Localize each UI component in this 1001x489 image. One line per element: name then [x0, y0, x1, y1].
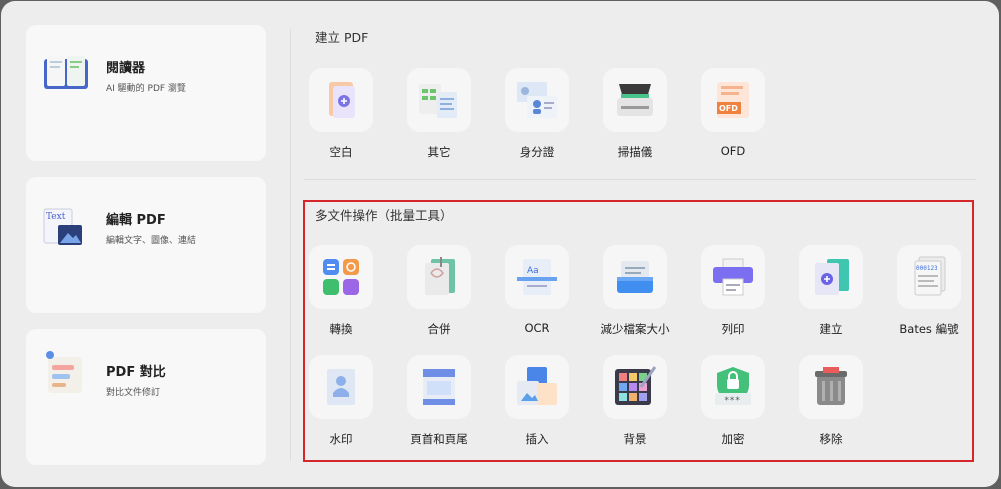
batch-convert-button[interactable]: 轉換	[292, 245, 390, 337]
create-blank-button[interactable]: 空白	[292, 68, 390, 160]
edit-text-icon: Text	[42, 205, 90, 253]
create-ofd-label: OFD	[720, 144, 746, 158]
create-icon	[815, 259, 849, 295]
batch-remove-button[interactable]: 移除	[782, 355, 880, 447]
batch-background-button[interactable]: 背景	[586, 355, 684, 447]
id-card-icon	[517, 82, 557, 118]
compare-icon	[42, 349, 90, 397]
create-id-card-label: 身分證	[519, 145, 555, 159]
ocr-icon: Aa	[517, 259, 557, 295]
batch-compress-label: 減少檔案大小	[600, 322, 670, 336]
pdf-compare-card[interactable]: PDF 對比 對比文件修訂	[26, 329, 266, 465]
vertical-divider	[290, 29, 291, 461]
create-scanner-button[interactable]: 掃描儀	[586, 68, 684, 160]
encrypt-icon: ***	[715, 367, 751, 406]
batch-compress-button[interactable]: 減少檔案大小	[586, 245, 684, 337]
compress-icon	[617, 261, 653, 293]
create-section-title: 建立 PDF	[315, 30, 369, 45]
batch-merge-button[interactable]: 合併	[390, 245, 488, 337]
watermark-icon	[327, 369, 355, 405]
main-window: 閱讀器 AI 驅動的 PDF 瀏覽 Text 編輯 PDF 編輯文字、圖像、連結…	[1, 1, 999, 487]
print-icon	[713, 258, 753, 296]
bates-icon: 000123	[914, 256, 946, 296]
batch-ocr-label: OCR	[524, 321, 550, 335]
create-id-card-button[interactable]: 身分證	[488, 68, 586, 160]
batch-insert-button[interactable]: 插入	[488, 355, 586, 447]
pdf-compare-subtitle: 對比文件修訂	[106, 388, 161, 398]
remove-icon	[815, 367, 847, 405]
batch-encrypt-label: 加密	[721, 432, 745, 446]
reader-title: 閱讀器	[106, 61, 146, 76]
pdf-compare-title: PDF 對比	[106, 365, 166, 380]
section-divider	[304, 179, 976, 180]
batch-print-button[interactable]: 列印	[684, 245, 782, 337]
batch-watermark-button[interactable]: 水印	[292, 355, 390, 447]
edit-pdf-title: 編輯 PDF	[106, 213, 166, 228]
create-ofd-button[interactable]: OFD OFD	[684, 68, 782, 158]
create-other-label: 其它	[427, 145, 451, 159]
header-footer-icon	[423, 369, 455, 405]
batch-bates-label: Bates 編號	[899, 322, 959, 336]
batch-convert-label: 轉換	[329, 322, 353, 336]
edit-pdf-subtitle: 編輯文字、圖像、連結	[106, 236, 197, 246]
insert-icon	[517, 367, 557, 405]
reader-card[interactable]: 閱讀器 AI 驅動的 PDF 瀏覽	[26, 25, 266, 161]
blank-page-icon	[329, 82, 355, 118]
batch-create-button[interactable]: 建立	[782, 245, 880, 337]
batch-create-label: 建立	[819, 322, 843, 336]
ocr-icon-text: Aa	[527, 266, 539, 276]
batch-watermark-label: 水印	[329, 432, 353, 446]
scanner-icon	[617, 84, 653, 116]
batch-header-footer-label: 頁首和頁尾	[410, 432, 468, 446]
ofd-icon: OFD	[717, 82, 749, 118]
batch-background-label: 背景	[623, 432, 647, 446]
merge-icon	[425, 257, 455, 295]
batch-section-title: 多文件操作（批量工具）	[315, 208, 453, 223]
background-icon	[615, 366, 657, 405]
batch-insert-label: 插入	[525, 432, 549, 446]
batch-header-footer-button[interactable]: 頁首和頁尾	[390, 355, 488, 447]
batch-print-label: 列印	[721, 322, 745, 336]
convert-icon	[323, 259, 359, 295]
batch-merge-label: 合併	[427, 322, 451, 336]
batch-encrypt-button[interactable]: *** 加密	[684, 355, 782, 447]
create-scanner-label: 掃描儀	[617, 145, 653, 159]
edit-icon-text: Text	[46, 212, 66, 222]
bates-icon-text: 000123	[916, 265, 938, 272]
batch-remove-label: 移除	[819, 432, 843, 446]
reader-subtitle: AI 驅動的 PDF 瀏覽	[106, 84, 186, 94]
book-reader-icon	[42, 49, 90, 97]
encrypt-icon-text: ***	[724, 396, 740, 406]
edit-pdf-card[interactable]: Text 編輯 PDF 編輯文字、圖像、連結	[26, 177, 266, 313]
create-other-button[interactable]: 其它	[390, 68, 488, 160]
batch-bates-button[interactable]: 000123 Bates 編號	[880, 245, 978, 337]
ofd-icon-text: OFD	[719, 104, 738, 113]
other-files-icon	[419, 84, 457, 118]
create-blank-label: 空白	[329, 145, 353, 159]
batch-ocr-button[interactable]: Aa OCR	[488, 245, 586, 335]
